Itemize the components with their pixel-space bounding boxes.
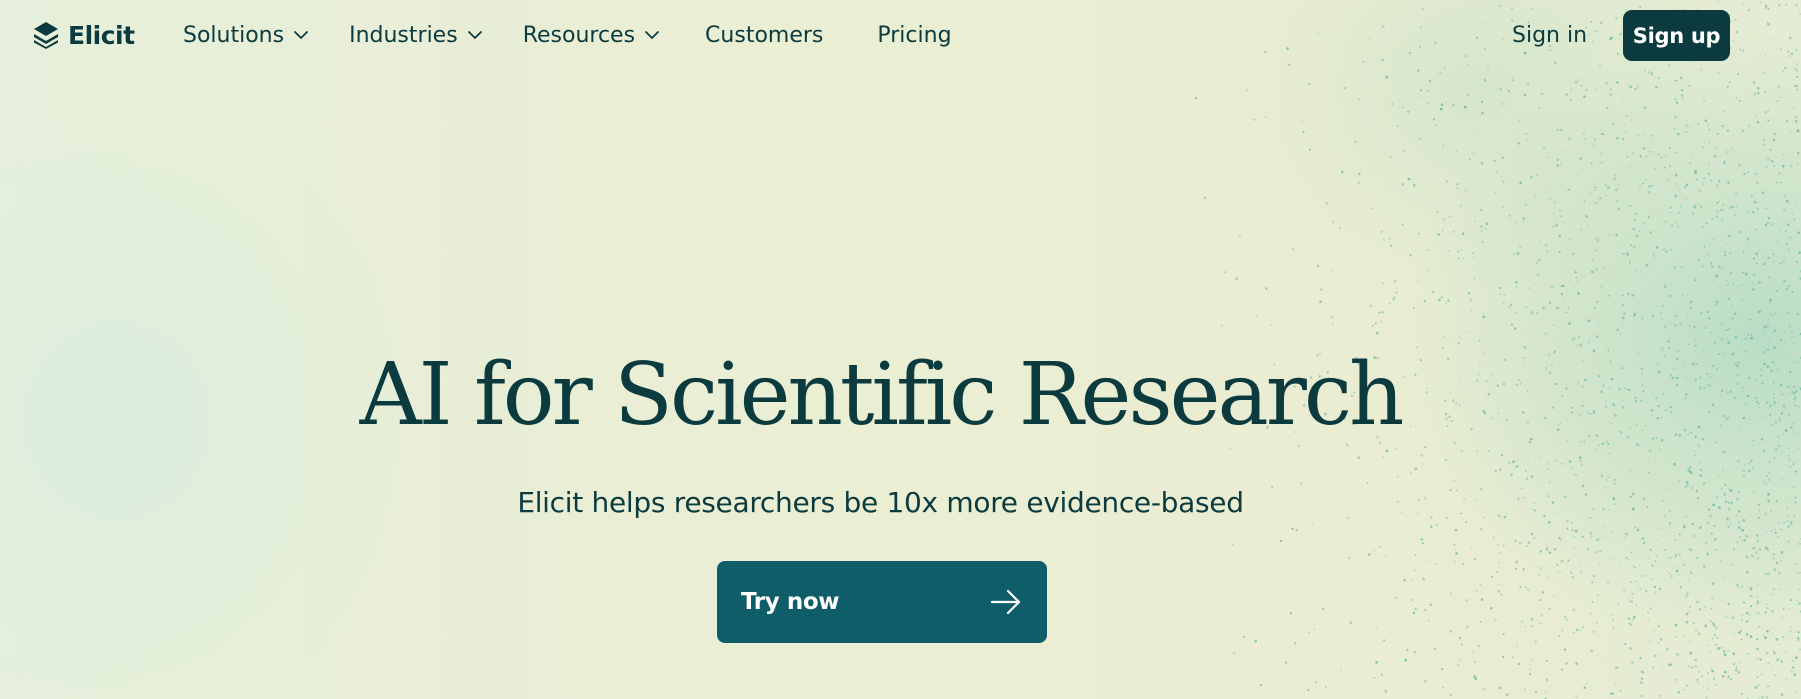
nav-item-pricing[interactable]: Pricing	[877, 23, 951, 48]
nav-item-industries[interactable]: Industries	[349, 23, 483, 48]
top-navigation: Elicit Solutions Industries Resources Cu…	[0, 0, 1801, 70]
sign-in-link[interactable]: Sign in	[1512, 18, 1587, 52]
nav-item-label: Industries	[349, 22, 458, 48]
nav-item-label: Resources	[522, 22, 636, 48]
main-menu: Solutions Industries Resources Customers…	[183, 18, 952, 52]
hero-subtitle: Elicit helps researchers be 10x more evi…	[517, 486, 1244, 519]
nav-item-solutions[interactable]: Solutions	[183, 23, 309, 48]
hero-title: AI for Scientific Research	[359, 345, 1405, 445]
brand-logo-link[interactable]: Elicit	[32, 18, 135, 52]
chevron-down-icon	[467, 27, 483, 43]
nav-item-resources[interactable]: Resources	[523, 23, 660, 48]
elicit-stack-logo-icon	[32, 21, 60, 49]
sign-up-button[interactable]: Sign up	[1623, 10, 1730, 61]
nav-item-label: Pricing	[877, 22, 952, 48]
chevron-down-icon	[293, 27, 309, 43]
nav-item-label: Solutions	[183, 22, 285, 48]
chevron-down-icon	[644, 27, 660, 43]
nav-item-customers[interactable]: Customers	[705, 23, 823, 48]
nav-item-label: Customers	[705, 22, 824, 48]
brand-name: Elicit	[68, 20, 135, 50]
try-now-label: Try now	[741, 589, 840, 615]
arrow-right-icon	[990, 588, 1022, 616]
try-now-button[interactable]: Try now	[717, 561, 1047, 643]
